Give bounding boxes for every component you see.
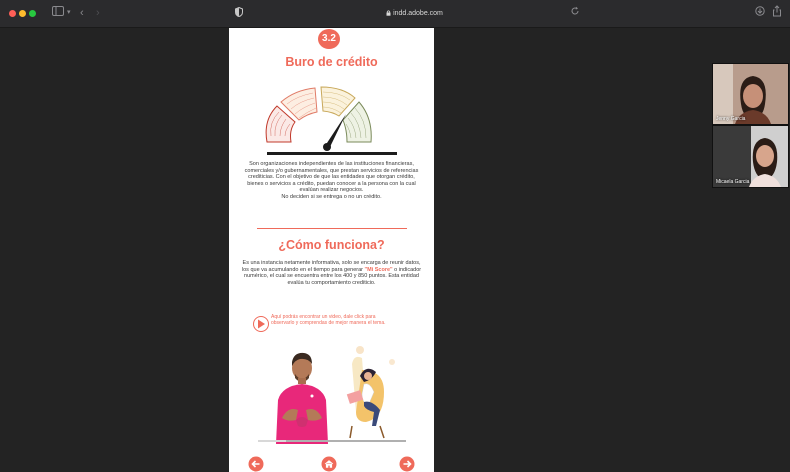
arrow-right-icon — [399, 456, 415, 472]
definition-paragraph: Son organizaciones independientes de las… — [241, 161, 422, 201]
play-video-button[interactable] — [253, 316, 269, 332]
reload-icon[interactable] — [570, 6, 580, 20]
sidebar-toggle-icon[interactable] — [52, 6, 64, 20]
participant-video-2 — [713, 126, 788, 187]
participant-tile-2[interactable]: Micaela Garcia — [712, 125, 789, 188]
address-bar[interactable]: indd.adobe.com — [232, 6, 597, 21]
url-text: indd.adobe.com — [232, 7, 597, 20]
back-icon[interactable]: ‹ — [80, 6, 84, 20]
video-frame — [252, 340, 412, 444]
previous-page-button[interactable] — [248, 456, 264, 472]
section-divider — [257, 228, 407, 229]
mi-score-highlight: "Mi Score" — [364, 266, 393, 273]
video-note: Aquí podrás encontrar un video, dale cli… — [271, 314, 386, 326]
how-it-works-paragraph: Es una instancia netamente informativa, … — [241, 260, 422, 286]
browser-toolbar: ▾ ‹ › indd.adobe.com — [0, 0, 790, 28]
participant-tile-1[interactable]: Jenny Garcia — [712, 63, 789, 125]
definition-note: No deciden si se entrega o no un crédito… — [281, 193, 382, 200]
minimize-window-button[interactable] — [19, 10, 26, 17]
section-subtitle: ¿Cómo funciona? — [278, 238, 385, 252]
participant-video-1 — [713, 64, 788, 124]
forward-icon[interactable]: › — [96, 6, 100, 20]
chevron-down-icon[interactable]: ▾ — [67, 6, 71, 20]
participant-name-2: Micaela Garcia — [716, 179, 750, 185]
document-page: 3.2 Buro de crédito Son organizaciones i… — [229, 28, 434, 472]
home-icon — [321, 456, 337, 472]
maximize-window-button[interactable] — [29, 10, 36, 17]
lock-icon — [386, 10, 391, 16]
home-button[interactable] — [321, 456, 337, 472]
video-player[interactable] — [252, 340, 412, 444]
download-icon[interactable] — [755, 6, 765, 20]
section-badge: 3.2 — [318, 29, 340, 49]
arrow-left-icon — [248, 456, 264, 472]
definition-text: Son organizaciones independientes de las… — [244, 161, 419, 194]
close-window-button[interactable] — [9, 10, 16, 17]
next-page-button[interactable] — [399, 456, 415, 472]
page-title: Buro de crédito — [285, 55, 378, 69]
play-icon — [258, 319, 265, 329]
credit-gauge-illustration — [265, 86, 397, 155]
participant-name-1: Jenny Garcia — [716, 116, 746, 122]
share-icon[interactable] — [772, 5, 782, 21]
